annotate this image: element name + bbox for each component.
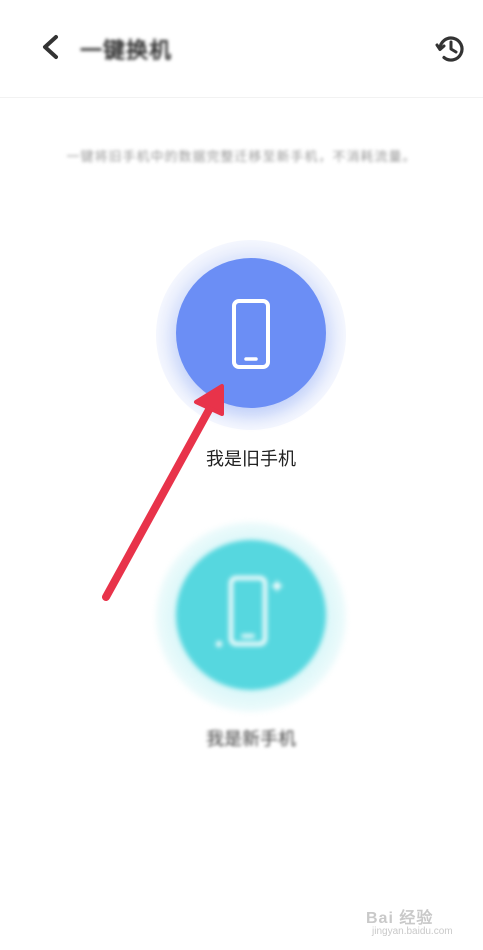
app-header: 一键换机 [0, 0, 483, 98]
old-phone-label: 我是旧手机 [206, 449, 296, 470]
phone-transfer-icon [216, 576, 283, 647]
back-button[interactable] [36, 32, 66, 62]
phone-icon [232, 299, 270, 369]
baidu-jingyan-watermark: Bai 经验 jingyan.baidu.com [360, 900, 480, 946]
new-phone-circle-button[interactable] [176, 540, 326, 690]
new-phone-label: 我是新手机 [206, 729, 296, 750]
new-phone-option[interactable]: 我是新手机 [156, 522, 346, 752]
chevron-left-icon [43, 35, 58, 59]
old-phone-circle-button[interactable] [176, 258, 326, 408]
old-phone-option[interactable]: 我是旧手机 [156, 240, 346, 470]
history-button[interactable] [434, 32, 468, 66]
annotation-arrow [102, 384, 224, 601]
description-text: 一键将旧手机中的数据完整迁移至新手机，不消耗流量。 [66, 150, 417, 165]
page-title: 一键换机 [80, 39, 173, 64]
history-clock-icon [435, 36, 464, 62]
watermark-url: jingyan.baidu.com [372, 926, 453, 937]
watermark-brand: Bai 经验 [366, 910, 434, 927]
